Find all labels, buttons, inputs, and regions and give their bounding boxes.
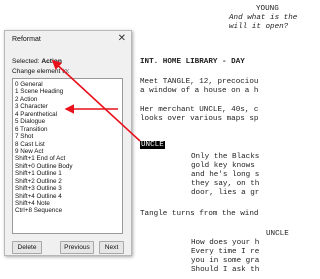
document-line: looks over various maps sp xyxy=(140,115,259,123)
previous-button[interactable]: Previous xyxy=(60,241,94,254)
list-item[interactable]: Shift+2 Outline 2 xyxy=(15,178,122,185)
selected-value: Action xyxy=(41,58,62,65)
selected-element-label: Selected: Action xyxy=(12,58,62,65)
list-item[interactable]: 4 Parenthetical xyxy=(15,111,122,118)
element-type-list[interactable]: 0 General 1 Scene Heading 2 Action 3 Charac… xyxy=(12,78,123,234)
document-line: How does your h xyxy=(191,239,260,247)
list-item[interactable]: Ctrl+8 Sequence xyxy=(15,207,122,214)
list-item[interactable]: 1 Scene Heading xyxy=(15,88,122,95)
document-line: UNCLE xyxy=(266,230,289,238)
list-item[interactable]: Shift+3 Outline 3 xyxy=(15,185,122,192)
document-line: they say, on th xyxy=(191,180,260,188)
document-line: Her merchant UNCLE, 40s, c xyxy=(140,106,259,114)
document-line: will it open? xyxy=(229,23,289,31)
list-item[interactable]: 0 General xyxy=(15,81,122,88)
document-line: Only the Blacks xyxy=(191,153,260,161)
document-line: gold key knows xyxy=(191,162,255,170)
delete-button[interactable]: Delete xyxy=(12,241,42,254)
document-line: Every time I re xyxy=(191,248,260,256)
document-line: Should I ask th xyxy=(191,266,260,274)
change-element-label: Change element to: xyxy=(12,68,70,75)
list-item[interactable]: Shift+0 Outline Body xyxy=(15,163,122,170)
list-item[interactable]: 3 Character xyxy=(15,103,122,110)
list-item[interactable]: 5 Dialogue xyxy=(15,118,122,125)
list-item[interactable]: Shift+1 Outline 1 xyxy=(15,170,122,177)
dialog-title: Reformat xyxy=(12,36,41,43)
document-line: you in some gra xyxy=(191,257,260,265)
document-line: YOUNG xyxy=(256,5,279,13)
list-item[interactable]: Shift+4 Outline 4 xyxy=(15,193,122,200)
list-item[interactable]: Shift+4 Note xyxy=(15,200,122,207)
document-line: UNCLE xyxy=(140,141,165,150)
list-item[interactable]: 8 Cast List xyxy=(15,141,122,148)
list-item[interactable]: 2 Action xyxy=(15,96,122,103)
document-line: Tangle turns from the wind xyxy=(140,210,259,218)
document-line: And what is the xyxy=(229,14,298,22)
list-item[interactable]: 6 Transition xyxy=(15,126,122,133)
next-button[interactable]: Next xyxy=(99,241,124,254)
list-item[interactable]: 7 Shot xyxy=(15,133,122,140)
document-line: and he's long s xyxy=(191,171,260,179)
document-line: a window of a house on a h xyxy=(140,87,259,95)
document-line: door, lies a gr xyxy=(191,189,260,197)
document-line: INT. HOME LIBRARY - DAY xyxy=(140,58,245,66)
list-item[interactable]: 9 New Act xyxy=(15,148,122,155)
close-icon[interactable]: ✕ xyxy=(118,33,126,44)
list-item[interactable]: Shift+1 End of Act xyxy=(15,155,122,162)
document-line: Meet TANGLE, 12, precociou xyxy=(140,78,259,86)
reformat-dialog: Reformat ✕ Selected: Action Change eleme… xyxy=(4,30,132,256)
selected-prefix: Selected: xyxy=(12,58,42,65)
